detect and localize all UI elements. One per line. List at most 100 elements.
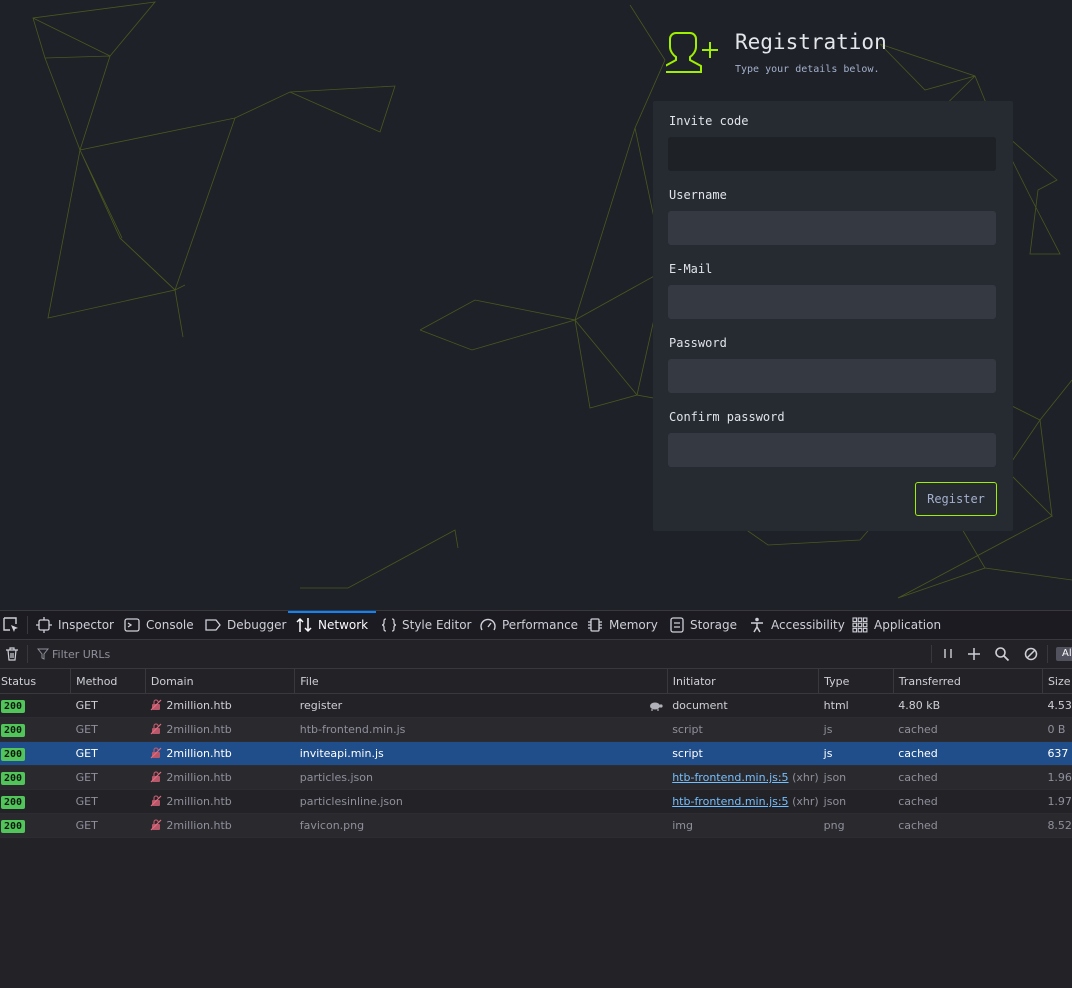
plus-icon[interactable] [966,646,982,662]
column-transferred[interactable]: Transferred [893,669,1043,694]
tab-performance[interactable]: Performance [480,611,579,639]
invite-code-field[interactable] [668,137,996,171]
status-badge: 200 [1,699,26,713]
column-type[interactable]: Type [818,669,894,694]
tab-debugger[interactable]: Debugger [205,611,286,639]
register-button[interactable]: Register [915,482,997,516]
table-row[interactable]: 200 GET 2million.htb particlesinline.json ht… [0,789,1072,814]
column-file[interactable]: File [294,669,668,694]
cell-domain: 2million.htb [145,813,295,838]
cell-domain: 2million.htb [145,765,295,790]
insecure-lock-icon [150,747,162,759]
tab-console[interactable]: Console [124,611,194,639]
filter-urls-input[interactable] [30,644,932,664]
cell-domain: 2million.htb [145,717,295,742]
initiator-cause: (xhr) [792,795,819,808]
insecure-lock-icon [150,819,162,831]
devtools-tabbar: Inspector Console Debugger Network Style… [0,611,1072,640]
cell-initiator: htb-frontend.min.js:5 (xhr) [667,765,819,790]
cell-size: 8.52 [1042,813,1072,838]
initiator-text: document [672,699,728,712]
request-type-filter-all[interactable]: Al [1056,647,1072,661]
table-row[interactable]: 200 GET 2million.htb particles.json htb-fron… [0,765,1072,790]
tab-label: Performance [502,618,579,632]
cell-file: favicon.png [294,813,668,838]
cell-file: htb-frontend.min.js [294,717,668,742]
cell-status: 200 [0,765,71,790]
cell-type: json [818,789,894,814]
cell-type: js [818,741,894,766]
cell-status: 200 [0,741,71,766]
email-field[interactable] [668,285,996,319]
tab-label: Inspector [58,618,114,632]
registration-page: Registration Type your details below. In… [0,0,1072,610]
cell-size: 1.96 [1042,765,1072,790]
initiator-cause: (xhr) [792,771,819,784]
initiator-text: script [672,723,703,736]
cell-method: GET [70,813,146,838]
tab-application[interactable]: Application [852,611,942,639]
tab-storage[interactable]: Storage [669,611,737,639]
cell-type: png [818,813,894,838]
table-row[interactable]: 200 GET 2million.htb register document html 4.… [0,693,1072,718]
memory-icon [588,618,602,632]
column-initiator[interactable]: Initiator [667,669,820,694]
file-text: inviteapi.min.js [299,747,384,760]
storage-icon [670,617,684,633]
domain-text: 2million.htb [166,723,232,736]
insecure-lock-icon [150,699,162,711]
cell-transferred: 4.80 kB [893,693,1043,718]
search-icon[interactable] [994,646,1010,662]
tab-network[interactable]: Network [288,611,376,639]
column-size[interactable]: Size [1042,669,1072,694]
cell-initiator: script [667,741,819,766]
cell-file: particlesinline.json [294,789,668,814]
password-field[interactable] [668,359,996,393]
cell-size: 4.53 [1042,693,1072,718]
tab-memory[interactable]: Memory [587,611,658,639]
column-method[interactable]: Method [70,669,146,694]
cell-method: GET [70,765,146,790]
password-label: Password [669,336,727,350]
cell-domain: 2million.htb [145,741,295,766]
initiator-text: script [672,747,703,760]
username-field[interactable] [668,211,996,245]
column-status[interactable]: Status [0,669,72,694]
table-row[interactable]: 200 GET 2million.htb htb-frontend.min.js scr… [0,717,1072,742]
cell-file: particles.json [294,765,668,790]
cell-initiator: document [667,693,819,718]
initiator-link[interactable]: htb-frontend.min.js:5 [672,771,788,784]
cell-type: html [818,693,894,718]
trash-icon[interactable] [4,646,20,662]
confirm-password-field[interactable] [668,433,996,467]
tab-inspector[interactable]: Inspector [36,611,114,639]
initiator-link[interactable]: htb-frontend.min.js:5 [672,795,788,808]
cell-domain: 2million.htb [145,789,295,814]
element-picker-icon[interactable] [2,616,20,634]
block-icon[interactable] [1023,646,1039,662]
domain-text: 2million.htb [166,771,232,784]
pause-icon[interactable] [940,646,956,662]
slow-request-icon [650,702,663,711]
cell-transferred: cached [893,789,1043,814]
tab-style-editor[interactable]: Style Editor [381,611,471,639]
console-icon [124,618,140,632]
cell-initiator: htb-frontend.min.js:5 (xhr) [667,789,819,814]
application-icon [852,617,868,633]
tab-accessibility[interactable]: Accessibility [749,611,845,639]
cell-type: js [818,717,894,742]
status-badge: 200 [1,771,26,785]
cell-domain: 2million.htb [145,693,295,718]
confirm-password-label: Confirm password [669,410,785,424]
cell-size: 1.97 [1042,789,1072,814]
tab-label: Application [874,618,942,632]
table-row[interactable]: 200 GET 2million.htb inviteapi.min.js script… [0,741,1072,766]
status-badge: 200 [1,795,26,809]
tab-label: Style Editor [402,618,472,632]
tab-label: Accessibility [771,618,845,632]
cell-status: 200 [0,693,71,718]
column-domain[interactable]: Domain [145,669,296,694]
table-row[interactable]: 200 GET 2million.htb favicon.png img png cache… [0,813,1072,838]
status-badge: 200 [1,723,26,737]
file-text: register [299,699,343,712]
